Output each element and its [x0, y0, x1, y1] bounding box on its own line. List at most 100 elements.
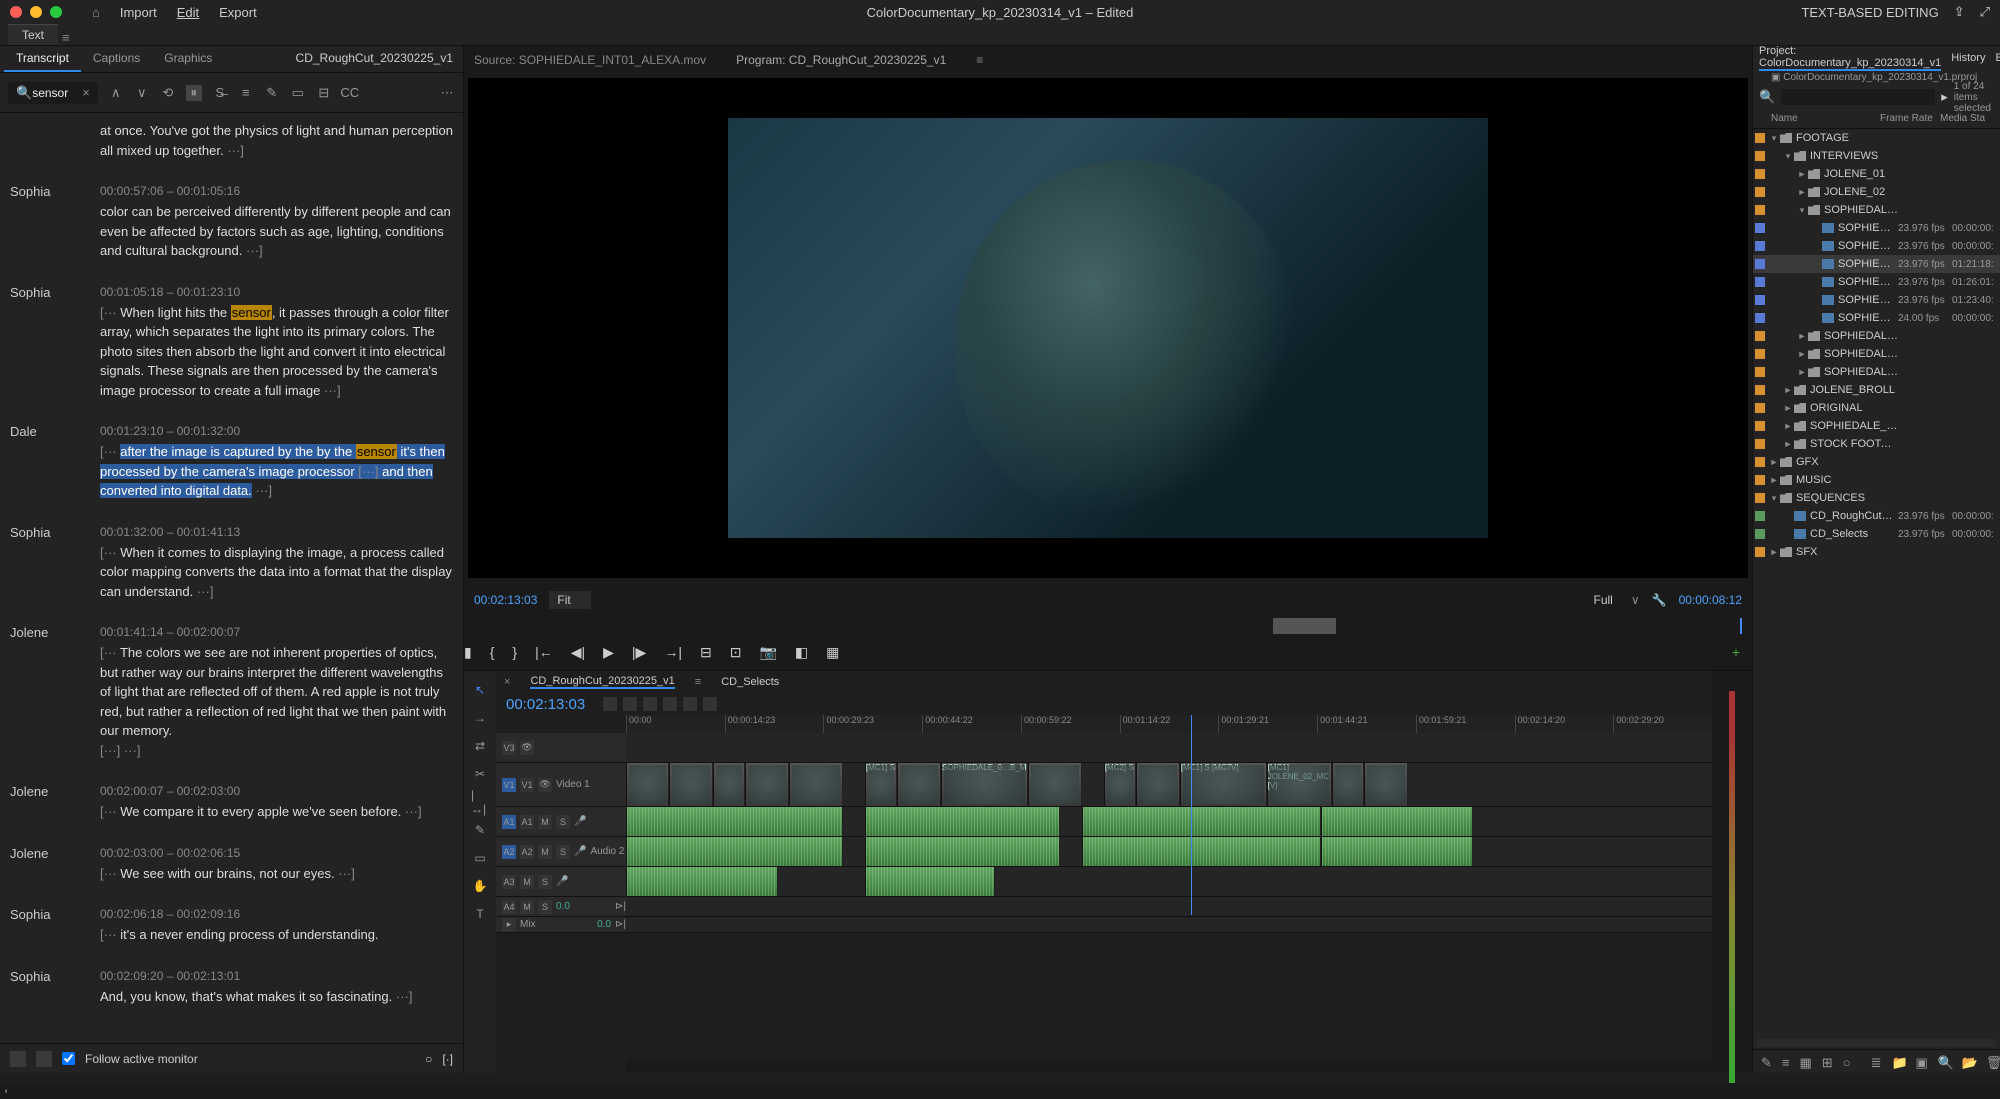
label-color[interactable]: [1755, 403, 1765, 413]
disclosure-triangle[interactable]: ►: [1768, 457, 1780, 467]
mic-icon[interactable]: 🎤: [556, 876, 568, 887]
a2-mute[interactable]: M: [538, 845, 552, 859]
transcript-list[interactable]: at once. You've got the physics of light…: [0, 113, 463, 1043]
selection-tool[interactable]: ↖: [471, 681, 489, 699]
label-color[interactable]: [1755, 133, 1765, 143]
video-clip[interactable]: [713, 763, 746, 806]
follow-monitor-checkbox[interactable]: [62, 1052, 75, 1065]
program-monitor[interactable]: [468, 78, 1748, 578]
label-color[interactable]: [1755, 439, 1765, 449]
mix-target[interactable]: ▸: [502, 918, 516, 932]
btn-x[interactable]: ▦: [826, 644, 839, 661]
clip-row[interactable]: SOPHIEDALE_I…23.976 fps01:26:01:: [1753, 273, 2000, 291]
pen-tool[interactable]: ✎: [471, 821, 489, 839]
extract-btn[interactable]: ⊡: [730, 644, 742, 661]
home-icon[interactable]: ⌂: [92, 5, 100, 20]
audio-clip[interactable]: [626, 867, 778, 896]
video-clip[interactable]: [745, 763, 788, 806]
segment-text[interactable]: [··· We compare it to every apple we've …: [100, 802, 453, 822]
trash-icon[interactable]: 🗑: [1986, 1055, 2000, 1069]
v1-target[interactable]: V1: [520, 778, 534, 792]
audio-clip[interactable]: [1082, 807, 1321, 836]
source-monitor-tab[interactable]: Source: SOPHIEDALE_INT01_ALEXA.mov: [474, 53, 706, 67]
label-color[interactable]: [1755, 547, 1765, 557]
clip-row[interactable]: SOPHIEDALE_I…24.00 fps00:00:00:: [1753, 309, 2000, 327]
disclosure-triangle[interactable]: ►: [1768, 475, 1780, 485]
cc-icon[interactable]: CC: [342, 85, 358, 101]
label-color[interactable]: [1755, 349, 1765, 359]
segment-text[interactable]: [··· When it comes to displaying the ima…: [100, 543, 453, 602]
v1-toggle[interactable]: 👁: [538, 778, 552, 792]
label-color[interactable]: [1755, 151, 1765, 161]
timeline-ruler[interactable]: 00:0000:00:14:2300:00:29:2300:00:44:2200…: [626, 715, 1712, 733]
rect-tool[interactable]: ▭: [471, 849, 489, 867]
circle-icon[interactable]: ○: [425, 1052, 432, 1066]
go-in-btn[interactable]: |←: [535, 644, 553, 660]
bin-row[interactable]: ►SOPHIEDALE_BROLL: [1753, 417, 2000, 435]
timeline-seq-tab-2[interactable]: CD_Selects: [721, 676, 779, 688]
resolution-dropdown[interactable]: Full: [1594, 593, 1613, 607]
bin-row[interactable]: ▾FOOTAGE: [1753, 129, 2000, 147]
label-color[interactable]: [1755, 241, 1765, 251]
disclosure-triangle[interactable]: ►: [1782, 439, 1794, 449]
clip-row[interactable]: SOPHIEDALE_I…23.976 fps01:23:40:: [1753, 291, 2000, 309]
col-mediastart[interactable]: Media Sta: [1940, 113, 2000, 124]
video-clip[interactable]: [1028, 763, 1082, 806]
filter-icon[interactable]: ▸: [1941, 89, 1948, 105]
bin-row[interactable]: ►SFX: [1753, 543, 2000, 561]
settings-btn[interactable]: [663, 697, 677, 711]
bin-row[interactable]: ►JOLENE_01: [1753, 165, 2000, 183]
disclosure-triangle[interactable]: ►: [1796, 187, 1808, 197]
video-clip[interactable]: [MC1] S: [865, 763, 898, 806]
marker-pen-icon[interactable]: ✎: [1761, 1055, 1772, 1069]
history-tab[interactable]: History: [1951, 52, 1985, 64]
link-btn[interactable]: [623, 697, 637, 711]
zoom-window-button[interactable]: [50, 6, 62, 18]
segment-text[interactable]: at once. You've got the physics of light…: [100, 121, 453, 160]
add-button[interactable]: +: [1732, 644, 1740, 660]
a2-src[interactable]: A2: [502, 845, 516, 859]
video-clip[interactable]: SOPHIEDALE_0…B_M: [941, 763, 1028, 806]
audio-clip[interactable]: [1321, 837, 1473, 866]
speaker-label[interactable]: Sophia: [10, 184, 100, 261]
audio-clip[interactable]: [1321, 807, 1473, 836]
playhead[interactable]: [1191, 715, 1192, 915]
go-out-btn[interactable]: →|: [664, 644, 682, 660]
v1-clips[interactable]: [MC1] S SOPHIEDALE_0…B_M [MC2] S [MC1] S…: [626, 763, 1712, 806]
graphics-tab[interactable]: Graphics: [152, 46, 224, 72]
label-color[interactable]: [1755, 277, 1765, 287]
share-icon[interactable]: ⇪: [1954, 4, 1965, 20]
a2-target[interactable]: A2: [520, 845, 534, 859]
more-icon[interactable]: ⋯: [439, 85, 455, 101]
import-tab[interactable]: Import: [120, 5, 157, 20]
lift-btn[interactable]: ⊟: [700, 644, 712, 661]
footer-btn-1[interactable]: [10, 1051, 26, 1067]
bin-row[interactable]: ▾SOPHIEDALE_01: [1753, 201, 2000, 219]
a4-mute[interactable]: M: [520, 900, 534, 914]
video-clip[interactable]: [626, 763, 669, 806]
speaker-label[interactable]: Jolene: [10, 846, 100, 884]
audio-clip[interactable]: [865, 807, 1060, 836]
new-folder-icon[interactable]: 📂: [1962, 1055, 1976, 1069]
video-clip[interactable]: [MC1] JOLENE_02_MC [V]: [1267, 763, 1332, 806]
find-icon[interactable]: 🔍: [1938, 1055, 1952, 1069]
disclosure-triangle[interactable]: ►: [1796, 331, 1808, 341]
speaker-label[interactable]: Sophia: [10, 525, 100, 602]
minimize-window-button[interactable]: [30, 6, 42, 18]
clip-row[interactable]: CD_Selects23.976 fps00:00:00:: [1753, 525, 2000, 543]
bin-row[interactable]: ►JOLENE_02: [1753, 183, 2000, 201]
refresh-icon[interactable]: ⟲: [160, 85, 176, 101]
label-color[interactable]: [1755, 205, 1765, 215]
auto-icon[interactable]: ≣: [1871, 1055, 1882, 1069]
video-clip[interactable]: [1136, 763, 1179, 806]
label-color[interactable]: [1755, 511, 1765, 521]
video-clip[interactable]: [897, 763, 940, 806]
zoom-fit-dropdown[interactable]: Fit: [549, 591, 590, 609]
label-color[interactable]: [1755, 187, 1765, 197]
captions-tab[interactable]: Captions: [81, 46, 152, 72]
segment-text[interactable]: And, you know, that's what makes it so f…: [100, 987, 453, 1007]
edit-tab[interactable]: Edit: [177, 5, 199, 20]
speaker-label[interactable]: Dale: [10, 424, 100, 501]
text-panel-tab[interactable]: Text: [8, 24, 58, 45]
disclosure-triangle[interactable]: ►: [1796, 367, 1808, 377]
